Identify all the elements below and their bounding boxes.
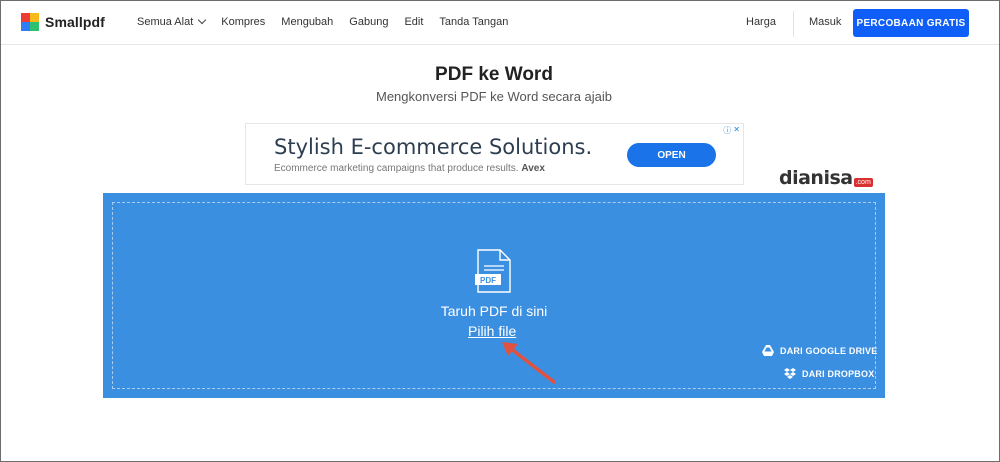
pdf-file-icon-label: PDF — [480, 276, 496, 285]
advertisement-banner[interactable]: ⓘ ✕ Stylish E-commerce Solutions. Ecomme… — [245, 123, 744, 185]
ad-close-icon[interactable]: ✕ — [733, 125, 740, 136]
red-arrow-annotation — [502, 342, 556, 384]
dropbox-icon — [784, 368, 796, 379]
watermark-logo: dianisa .com — [779, 167, 873, 189]
brand-logo[interactable]: Smallpdf — [21, 13, 105, 31]
brand-name: Smallpdf — [45, 14, 105, 30]
free-trial-button[interactable]: PERCOBAAN GRATIS — [853, 9, 969, 37]
smallpdf-logo-icon — [21, 13, 39, 31]
page-title: PDF ke Word — [435, 64, 553, 85]
header-divider — [793, 11, 794, 37]
nav-merge[interactable]: Gabung — [349, 16, 388, 28]
dropbox-label: DARI DROPBOX — [802, 368, 875, 379]
ad-description: Ecommerce marketing campaigns that produ… — [274, 163, 545, 174]
nav-edit[interactable]: Edit — [404, 16, 423, 28]
ad-info-icon[interactable]: ⓘ — [723, 125, 731, 136]
google-drive-label: DARI GOOGLE DRIVE — [780, 345, 878, 356]
watermark-suffix: .com — [853, 178, 873, 187]
file-drop-zone[interactable] — [103, 193, 885, 398]
ad-description-text: Ecommerce marketing campaigns that produ… — [274, 163, 519, 174]
ad-advertiser: Avex — [521, 163, 545, 174]
nav-sign[interactable]: Tanda Tangan — [439, 16, 508, 28]
drop-zone-dashed-border — [112, 202, 876, 389]
nav-pricing[interactable]: Harga — [746, 16, 776, 28]
google-drive-icon — [762, 345, 774, 356]
watermark-text: dianisa — [779, 167, 853, 189]
main-nav: Semua Alat Kompres Mengubah Gabung Edit … — [137, 15, 524, 28]
ad-headline[interactable]: Stylish E-commerce Solutions. — [274, 135, 592, 159]
nav-all-tools[interactable]: Semua Alat — [137, 15, 207, 28]
drop-instruction: Taruh PDF di sini — [440, 303, 548, 319]
ad-open-button[interactable]: OPEN — [627, 143, 716, 167]
google-drive-button[interactable]: DARI GOOGLE DRIVE — [762, 345, 877, 356]
chevron-down-icon — [198, 15, 207, 25]
nav-compress[interactable]: Kompres — [221, 16, 265, 28]
ad-choices[interactable]: ⓘ ✕ — [721, 125, 740, 136]
page-subtitle: Mengkonversi PDF ke Word secara ajaib — [375, 89, 613, 104]
top-header: Smallpdf Semua Alat Kompres Mengubah Gab… — [1, 1, 999, 45]
pdf-file-icon: PDF — [475, 249, 511, 293]
nav-all-tools-label: Semua Alat — [137, 16, 194, 28]
nav-convert[interactable]: Mengubah — [281, 16, 333, 28]
login-link[interactable]: Masuk — [809, 16, 841, 28]
dropbox-button[interactable]: DARI DROPBOX — [784, 368, 874, 379]
